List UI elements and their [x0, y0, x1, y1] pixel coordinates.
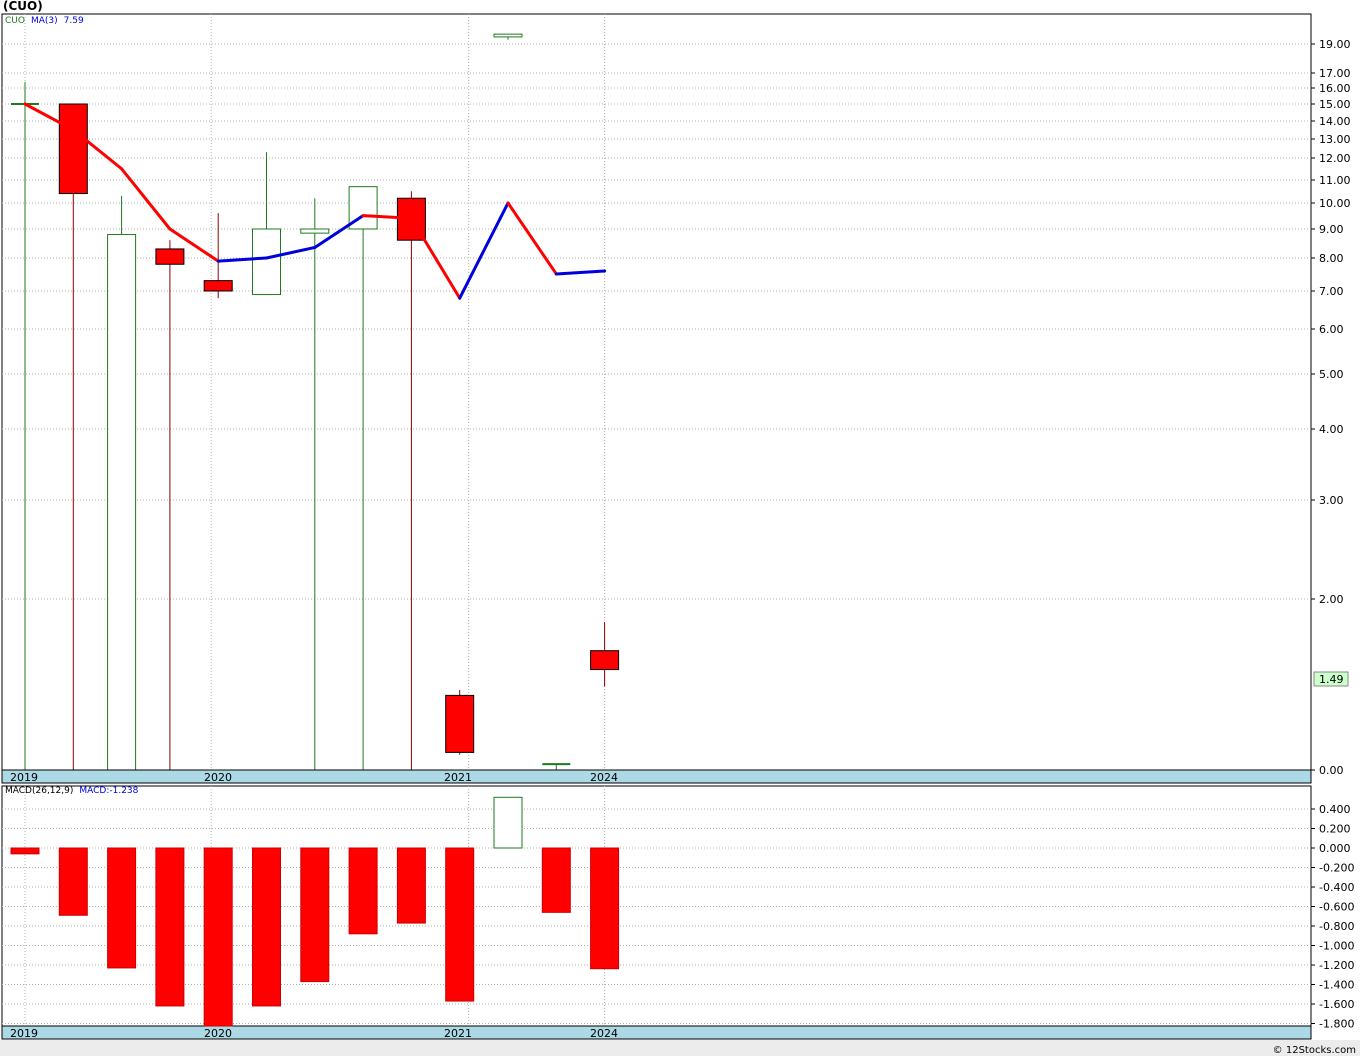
price-x-tick-label: 2019: [10, 771, 38, 784]
price-x-tick-label: 2021: [444, 771, 472, 784]
price-tick-label: 3.00: [1319, 494, 1344, 507]
macd-tick-label: -1.000: [1319, 940, 1354, 953]
price-tick-label: 0.00: [1319, 764, 1344, 777]
macd-x-tick-label: 2021: [444, 1027, 472, 1040]
macd-tick-label: 0.400: [1319, 803, 1351, 816]
macd-x-tick-label: 2019: [10, 1027, 38, 1040]
stock-chart: 19.00 17.00 16.00 15.00 14.00 13.00 12.00 11.00…: [0, 0, 1360, 1056]
macd-bar: [348, 847, 378, 935]
legend-macd-value: MACD:-1.238: [79, 786, 139, 796]
chart-title: (CUO): [3, 0, 43, 13]
macd-x-axis-bar: [1, 1025, 1312, 1040]
price-tick-label: 12.00: [1319, 152, 1351, 165]
price-tick-label: 2.00: [1319, 593, 1344, 606]
price-tick-label: 10.00: [1319, 197, 1351, 210]
footer-strip: [0, 1040, 1360, 1056]
macd-tick-label: 0.200: [1319, 823, 1351, 836]
legend-symbol: CUO: [5, 16, 25, 26]
macd-tick-label: -0.800: [1319, 920, 1354, 933]
macd-bar: [10, 847, 40, 855]
price-tick-label: 15.00: [1319, 98, 1351, 111]
candle-body: [203, 280, 233, 292]
macd-tick-label: 0.000: [1319, 842, 1351, 855]
price-tick-label: 16.00: [1319, 82, 1351, 95]
price-tick-label: 9.00: [1319, 223, 1344, 236]
price-tick-label: 11.00: [1319, 174, 1351, 187]
candle-body: [300, 228, 330, 234]
candle-body: [155, 248, 185, 265]
macd-bar: [203, 847, 233, 1027]
price-tick-label: 7.00: [1319, 285, 1344, 298]
candle-body: [107, 234, 137, 771]
legend-macd-label: MACD(26,12,9): [5, 786, 74, 796]
price-tick-label: 6.00: [1319, 323, 1344, 336]
macd-legend: MACD(26,12,9) MACD:-1.238: [5, 786, 144, 796]
macd-tick-label: -1.600: [1319, 998, 1354, 1011]
macd-tick-label: -1.400: [1319, 979, 1354, 992]
macd-bar: [58, 847, 88, 916]
candle-body: [445, 694, 475, 753]
macd-bar: [107, 847, 137, 969]
macd-bar: [252, 847, 281, 1007]
macd-tick-label: -0.400: [1319, 881, 1354, 894]
site-credit: © 12Stocks.com: [1272, 1045, 1356, 1056]
macd-bar: [445, 847, 475, 1002]
price-tick-label: 5.00: [1319, 368, 1344, 381]
price-tick-label: 4.00: [1319, 423, 1344, 436]
candle-body: [58, 103, 88, 195]
macd-bar: [396, 847, 426, 924]
price-tick-label: 19.00: [1319, 38, 1351, 51]
candle-body: [590, 650, 620, 671]
candle-body: [252, 228, 281, 296]
macd-bar: [300, 847, 330, 983]
price-tick-label: 8.00: [1319, 252, 1344, 265]
macd-x-tick-label: 2024: [590, 1027, 618, 1040]
macd-bar: [155, 847, 185, 1007]
macd-bar: [590, 847, 620, 970]
macd-bar: [493, 796, 523, 849]
macd-x-tick-label: 2020: [204, 1027, 232, 1040]
chart-canvas: 19.00 17.00 16.00 15.00 14.00 13.00 12.00 11.00…: [0, 0, 1360, 1056]
price-legend: CUO MA(3) 7.59: [5, 16, 90, 26]
macd-tick-label: -1.200: [1319, 959, 1354, 972]
price-tick-label: 13.00: [1319, 133, 1351, 146]
price-x-tick-label: 2020: [204, 771, 232, 784]
legend-ma-label: MA(3): [30, 16, 58, 26]
price-x-axis-bar: [1, 769, 1312, 784]
candle-body: [493, 33, 523, 38]
legend-ma-value: 7.59: [63, 16, 84, 26]
macd-tick-label: -1.800: [1319, 1018, 1354, 1031]
macd-bar: [541, 847, 571, 913]
macd-tick-label: -0.600: [1319, 901, 1354, 914]
macd-tick-label: -0.200: [1319, 862, 1354, 875]
price-tick-label: 17.00: [1319, 67, 1351, 80]
last-price-label: 1.49: [1319, 673, 1344, 686]
price-x-tick-label: 2024: [590, 771, 618, 784]
price-tick-label: 14.00: [1319, 115, 1351, 128]
